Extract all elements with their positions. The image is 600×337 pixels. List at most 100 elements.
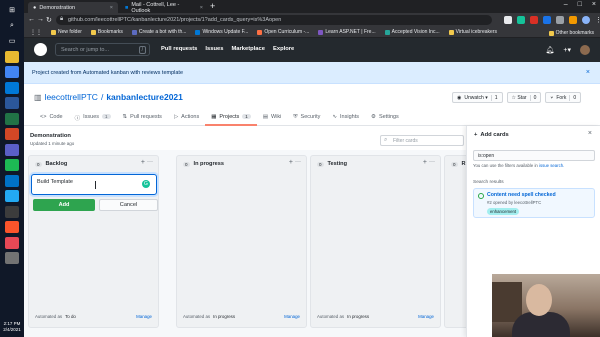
excel-icon[interactable] [5,112,19,125]
manage-automation-link[interactable]: Manage [136,314,152,319]
word-icon[interactable] [5,97,19,109]
brave-icon[interactable] [5,221,19,233]
add-note-button[interactable]: Add [33,199,95,211]
issue-title[interactable]: Content need spell checked [487,192,556,198]
repo-name-link[interactable]: kanbanlecture2021 [106,92,183,102]
outlook-icon[interactable] [5,174,19,187]
taskbar-clock[interactable]: 2:17 PM 2/4/2021 [0,321,24,333]
bookmark-item[interactable]: Virtual icebreakers [448,29,497,35]
settings-icon[interactable] [5,252,19,264]
teams-icon[interactable] [5,143,19,156]
grammarly-extension-icon[interactable] [517,16,525,24]
avatar[interactable] [580,45,590,55]
unwatch-button[interactable]: ◉ Unwatch ▾ 1 [452,92,503,103]
extension-icon[interactable] [543,16,551,24]
tab-security[interactable]: ⛨ Security [287,110,326,126]
filter-cards-input[interactable]: ⌕ Filter cards [380,135,464,146]
column-menu-icon[interactable]: ··· [429,159,435,165]
maximize-icon[interactable]: □ [578,1,582,8]
close-window-icon[interactable]: × [592,1,596,8]
tab-actions[interactable]: ▷ Actions [168,110,205,126]
manage-automation-link[interactable]: Manage [418,314,434,319]
address-bar[interactable]: 🔒︎ github.com/leecottrellPTC/kanbanlectu… [56,15,492,25]
vscode-icon[interactable] [5,190,19,202]
windows-start-icon[interactable]: ⊞ [5,4,19,16]
bookmark-item[interactable]: Accepted Vision Inc... [384,29,440,35]
search-result-card[interactable]: Content need spell checked #2 opened by … [473,188,595,218]
other-bookmarks[interactable]: Other bookmarks [548,30,594,36]
nav-explore[interactable]: Explore [273,46,294,52]
search-icon[interactable]: ⌕ [5,19,19,32]
window-controls: – □ × [564,1,596,8]
column-menu-icon[interactable]: ··· [147,159,153,165]
notifications-bell-icon[interactable]: 🔔︎ [546,46,555,54]
bookmark-item[interactable]: Create a bot with th... [131,29,186,35]
tab-insights[interactable]: ∿ Insights [326,110,365,126]
repo-owner-link[interactable]: leecottrellPTC [45,92,98,102]
task-view-icon[interactable]: ▭ [5,35,19,47]
tab-projects[interactable]: ▦ Projects 1 [205,110,257,126]
bookmark-item[interactable]: Learn ASP.NET | Fre... [318,29,376,35]
add-card-plus-icon[interactable]: + [141,159,145,166]
nav-pull-requests[interactable]: Pull requests [161,46,197,52]
close-tab-icon[interactable]: × [200,5,203,11]
spotify-icon[interactable] [5,159,19,171]
extension-icon[interactable] [556,16,564,24]
issue-search-link[interactable]: issue search. [539,163,564,168]
grammarly-icon[interactable]: G [142,180,150,188]
browser-tab-demonstration[interactable]: ● Demonstration × [28,2,118,13]
nav-issues[interactable]: Issues [205,46,223,52]
terminal-icon[interactable] [5,205,19,218]
nav-marketplace[interactable]: Marketplace [231,46,265,52]
new-tab-button[interactable]: + [210,1,215,11]
manage-automation-link[interactable]: Manage [284,314,300,319]
reload-icon[interactable]: ↻ [46,16,52,24]
file-explorer-icon[interactable] [5,50,19,63]
profile-avatar-icon[interactable] [582,16,590,24]
github-header: Search or jump to... / Pull requests Iss… [24,38,600,62]
tab-pull-requests[interactable]: ⇅ Pull requests [117,110,168,126]
folder-icon [51,29,56,35]
project-name[interactable]: Demonstration [30,133,71,139]
issue-icon: ⓘ [74,116,81,122]
tab-wiki[interactable]: ▤ Wiki [257,110,288,126]
create-new-plus-icon[interactable]: +▾ [563,46,571,54]
tab-code[interactable]: <> Code [34,110,69,126]
webcam-overlay [492,274,600,337]
bookmark-star-icon[interactable] [504,16,512,24]
extension-icon[interactable] [569,16,577,24]
star-button[interactable]: ☆ Star 0 [506,92,542,103]
add-card-plus-icon[interactable]: + [289,159,293,166]
github-search-input[interactable]: Search or jump to... / [55,43,150,56]
bookmarks-bar: ⋮⋮ New folder Bookmarks Create a bot wit… [24,27,600,38]
fork-button[interactable]: ⑂ Fork 0 [545,92,582,103]
cancel-note-button[interactable]: Cancel [99,199,158,211]
forward-icon[interactable]: → [37,16,44,23]
add-card-plus-icon[interactable]: + [423,159,427,166]
extension-icon[interactable] [530,16,538,24]
new-note-textarea[interactable]: Build Template G [31,174,157,195]
bookmark-item[interactable]: Windows Update F... [195,29,248,35]
issue-label-badge[interactable]: enhancement [487,208,520,215]
close-tab-icon[interactable]: × [110,5,113,11]
powerpoint-icon[interactable] [5,128,19,140]
github-logo-icon[interactable] [34,43,47,56]
tab-issues[interactable]: ⓘ Issues 1 [69,110,117,126]
graph-icon: ∿ [332,114,338,120]
close-icon[interactable]: × [586,69,590,76]
apps-icon[interactable]: ⋮⋮ [30,29,42,36]
add-cards-search-input[interactable]: is:open [473,150,595,161]
bookmark-item[interactable]: Bookmarks [90,29,123,35]
edge-icon[interactable] [5,81,19,94]
browser-tab-mail[interactable]: ■ Mail - Cottrell, Lee - Outlook × [120,2,208,14]
app-icon[interactable] [5,236,19,249]
bookmark-item[interactable]: New folder [51,29,82,35]
browser-menu-icon[interactable]: ⋮ [595,16,600,24]
tab-settings[interactable]: ⚙ Settings [365,110,405,126]
minimize-icon[interactable]: – [564,1,568,8]
chrome-icon[interactable] [5,66,19,78]
bookmark-item[interactable]: Open Curriculum -... [257,29,309,35]
column-menu-icon[interactable]: ··· [295,159,301,165]
close-icon[interactable]: × [588,130,592,137]
back-icon[interactable]: ← [28,16,35,23]
